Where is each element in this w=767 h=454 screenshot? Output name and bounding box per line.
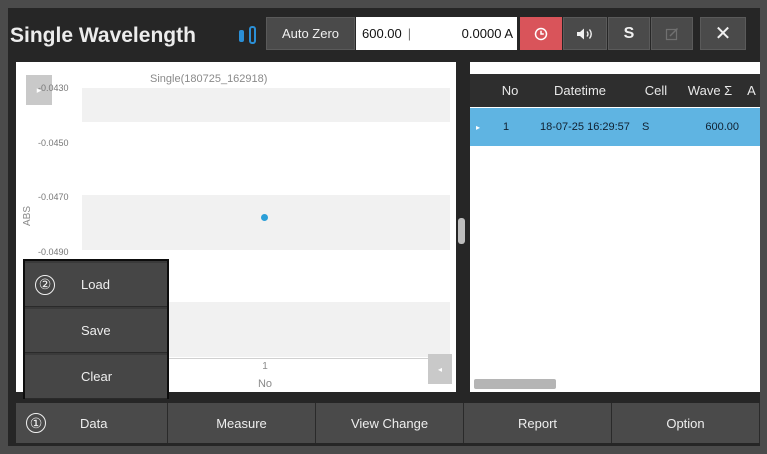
tab-view-change[interactable]: View Change	[316, 403, 464, 443]
sample-button[interactable]: S	[608, 17, 650, 50]
horizontal-scrollbar[interactable]	[474, 379, 556, 389]
column-header-cell[interactable]: Cell	[635, 74, 677, 107]
tab-label: Data	[80, 415, 108, 431]
menu-item-label: Save	[81, 323, 111, 338]
row-selected-icon: ▸	[476, 122, 481, 132]
step-2-badge: ②	[35, 274, 55, 295]
bottom-toolbar: ① Data Measure View Change Report Option	[16, 403, 760, 443]
close-icon: ✕	[714, 23, 732, 45]
cell-cell: S	[642, 121, 650, 133]
column-header-datetime[interactable]: Datetime	[525, 74, 635, 107]
wavelength-value: 600.00	[362, 26, 402, 41]
y-axis-label: ABS	[22, 205, 33, 226]
close-button[interactable]: ✕	[700, 17, 746, 50]
edit-button[interactable]	[651, 17, 693, 50]
cell-no: 1	[503, 121, 510, 133]
tab-report[interactable]: Report	[464, 403, 612, 443]
grid-header: No Datetime Cell Wave Σ A	[470, 74, 760, 107]
menu-item-clear[interactable]: Clear	[25, 355, 167, 399]
sound-icon	[577, 28, 592, 39]
y-tick-label: -0.0430	[38, 83, 69, 93]
x-axis-label: No	[257, 378, 273, 390]
sound-button[interactable]	[563, 17, 607, 50]
edit-icon	[665, 27, 678, 40]
menu-item-label: Clear	[81, 369, 113, 384]
column-header-a[interactable]: A	[743, 74, 760, 107]
cell-wave: 600.00	[705, 121, 739, 133]
column-header-no[interactable]: No	[495, 74, 525, 107]
chart-scroll-left-button[interactable]: ◂	[428, 354, 452, 384]
column-header-wave[interactable]: Wave Σ	[677, 74, 743, 107]
grid-band	[82, 88, 450, 122]
usb-icon	[239, 26, 256, 44]
menu-item-label: Load	[81, 277, 110, 292]
tab-measure[interactable]: Measure	[168, 403, 316, 443]
grid-band	[82, 195, 450, 250]
cell-datetime: 18-07-25 16:29:57	[540, 121, 630, 133]
x-tick-label: 1	[262, 361, 268, 372]
menu-item-load[interactable]: ② Load	[25, 263, 167, 307]
wavelength-input[interactable]: 600.00 |	[356, 17, 443, 50]
menu-item-save[interactable]: Save	[25, 309, 167, 353]
y-tick-label: -0.0490	[38, 247, 69, 257]
data-menu: ② Load Save Clear	[23, 259, 169, 399]
tab-data[interactable]: ① Data	[16, 403, 168, 443]
table-row[interactable]: ▸ 1 18-07-25 16:29:57 S 600.00	[470, 108, 760, 146]
text-cursor: |	[407, 26, 412, 41]
panel-splitter-handle[interactable]	[458, 218, 465, 244]
auto-zero-button[interactable]: Auto Zero	[266, 17, 355, 50]
absorbance-display: 0.0000 A	[443, 17, 517, 50]
data-point	[261, 214, 268, 221]
y-tick-label: -0.0450	[38, 138, 69, 148]
y-tick-label: -0.0470	[38, 192, 69, 202]
chart-title: Single(180725_162918)	[150, 73, 268, 85]
tab-option[interactable]: Option	[612, 403, 760, 443]
step-1-badge: ①	[26, 413, 46, 433]
page-title: Single Wavelength	[10, 24, 196, 47]
timer-icon	[534, 27, 548, 40]
timer-button[interactable]	[520, 17, 562, 50]
